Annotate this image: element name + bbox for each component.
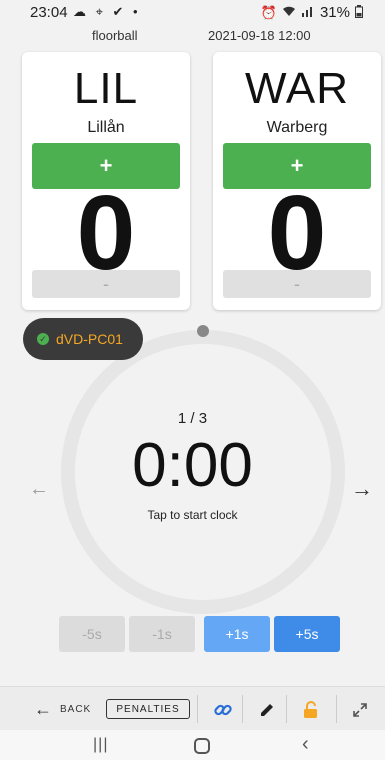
game-datetime: 2021-09-18 12:00	[208, 28, 311, 43]
away-team-card: WAR Warberg + 0 -	[213, 52, 381, 310]
home-icon[interactable]	[194, 738, 210, 754]
device-label: dVD-PC01	[56, 331, 123, 347]
alarm-icon: ⏰	[260, 4, 277, 20]
toolbar-divider	[242, 695, 243, 723]
next-period-arrow-icon[interactable]: →	[351, 476, 373, 502]
signal-icon	[301, 5, 315, 20]
minus-1s-button[interactable]: -1s	[129, 616, 195, 652]
check-circle-icon: ✓	[37, 333, 49, 345]
minus-5s-button[interactable]: -5s	[59, 616, 125, 652]
status-bar: 23:04 ☁ ⌖ ✔ • ⏰ 31%	[0, 0, 385, 24]
toolbar-divider	[197, 695, 198, 723]
clock-hint: Tap to start clock	[147, 508, 238, 522]
recents-icon[interactable]: |||	[93, 736, 108, 754]
away-team-name: Warberg	[266, 119, 328, 136]
home-team-name: Lillån	[87, 119, 125, 136]
back-button[interactable]: ← BACK	[34, 699, 91, 720]
battery-percent: 31%	[319, 4, 350, 21]
plus-5s-button[interactable]: +5s	[274, 616, 340, 652]
nav-back-icon[interactable]: ‹	[302, 733, 309, 756]
edit-icon[interactable]	[254, 697, 280, 723]
device-connection-chip[interactable]: ✓ dVD-PC01	[23, 318, 143, 360]
penalties-button[interactable]: PENALTIES	[106, 699, 190, 719]
link-icon[interactable]	[210, 697, 236, 723]
status-notification-icons: ☁ ⌖ ✔ •	[73, 4, 141, 19]
previous-period-arrow-icon[interactable]: ←	[29, 478, 49, 501]
toolbar-divider	[286, 695, 287, 723]
clock-progress-dot	[197, 325, 209, 337]
toolbar-divider	[336, 695, 337, 723]
back-label: BACK	[60, 704, 92, 715]
bottom-toolbar: ← BACK PENALTIES	[0, 686, 385, 730]
period-indicator: 1 / 3	[177, 410, 208, 427]
home-team-abbr: LIL	[73, 64, 139, 113]
clock-time[interactable]: 0:00	[0, 430, 385, 501]
away-score-minus-button[interactable]: -	[223, 270, 371, 298]
expand-icon[interactable]	[347, 697, 373, 723]
back-arrow-icon: ←	[34, 699, 52, 719]
plus-1s-button[interactable]: +1s	[204, 616, 270, 652]
home-team-card: LIL Lillån + 0 -	[22, 52, 190, 310]
system-nav-bar: ||| ‹	[0, 730, 385, 760]
status-time: 23:04	[30, 4, 68, 21]
away-team-abbr: WAR	[244, 64, 350, 113]
sport-label: floorball	[92, 28, 138, 43]
battery-icon	[355, 4, 363, 21]
wifi-icon	[282, 5, 296, 20]
lock-open-icon[interactable]	[298, 697, 324, 723]
status-system-icons: ⏰ 31%	[261, 4, 363, 21]
home-score-minus-button[interactable]: -	[32, 270, 180, 298]
